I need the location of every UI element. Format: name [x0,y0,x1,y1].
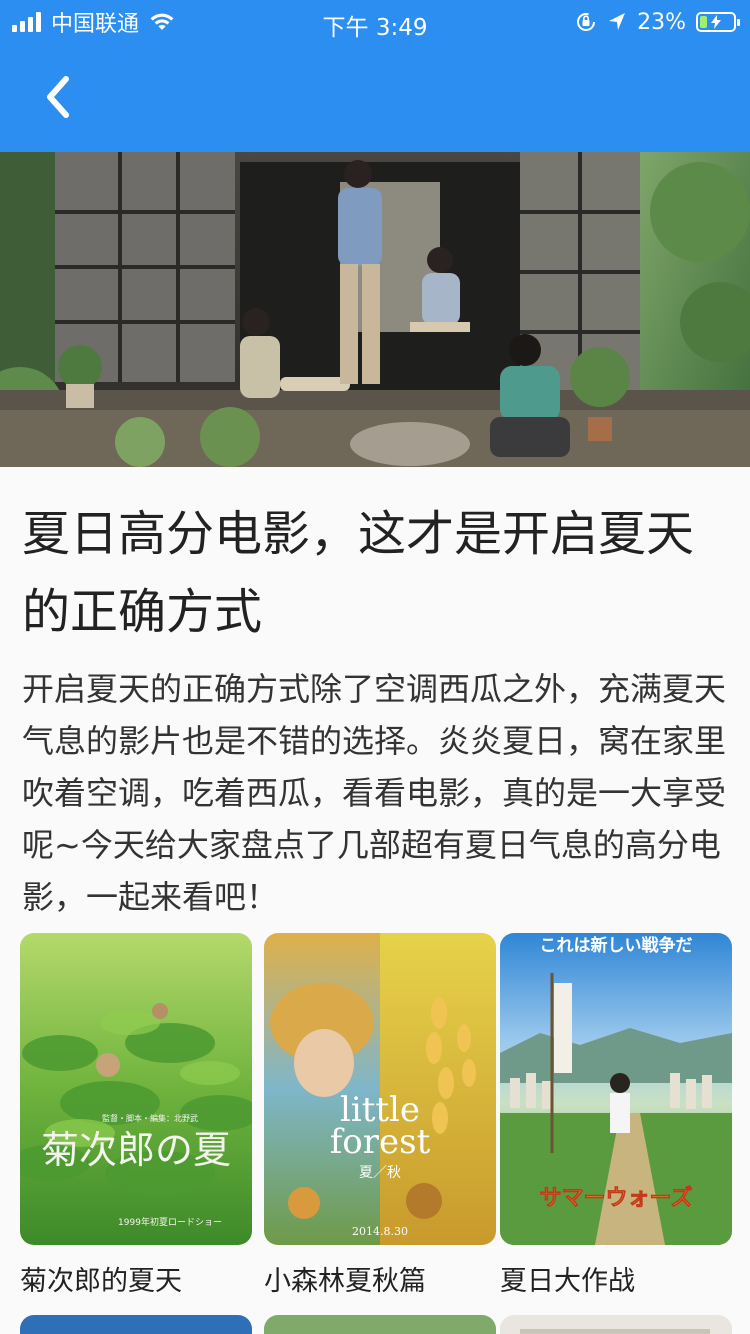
movie-card-summer-wars[interactable]: これは新しい戦争だ サマーウォーズ 夏日大作战 [500,933,732,1298]
movie-title: 小森林夏秋篇 [264,1266,426,1297]
poster-date: 2014.8.30 [352,1225,408,1238]
article-description: 开启夏天的正确方式除了空调西瓜之外，充满夏天气息的影片也是不错的选择。炎炎夏日，… [22,670,727,916]
rotation-lock-icon [577,13,596,31]
nav-bar [0,42,750,152]
app-header: 中国联通 下午 3:49 23% [0,0,750,152]
poster-tagline: これは新しい戦争だ [540,935,693,956]
poster-title-kikujiro: 菊次郎の夏 [41,1128,231,1172]
movie-card-little-forest[interactable]: little forest 夏／秋 2014.8.30 小森林夏秋篇 [264,933,496,1298]
poster-title-summer-wars: サマーウォーズ [540,1185,693,1211]
movie-grid: 菊次郎の夏 1999年初夏ロードショー 監督・脚本・編集：北野武 菊次郎的夏天 [20,933,732,1334]
movie-title: 菊次郎的夏天 [20,1266,182,1297]
battery-charging-icon [696,12,740,32]
poster-title-line2: forest [330,1122,431,1162]
movie-poster: 菊次郎の夏 1999年初夏ロードショー 監督・脚本・編集：北野武 [20,933,252,1245]
movie-card-partial[interactable] [500,1315,732,1334]
chevron-left-icon [47,76,69,118]
movie-poster: これは新しい戦争だ サマーウォーズ [500,933,732,1245]
movie-card-partial[interactable] [20,1315,252,1334]
location-arrow-icon [609,13,626,30]
hero-image [0,152,750,467]
poster-subtitle: 夏／秋 [359,1165,401,1181]
back-button[interactable] [28,62,88,132]
status-bar: 中国联通 下午 3:49 23% [0,0,750,42]
article-content: 夏日高分电影，这才是开启夏天的正确方式 开启夏天的正确方式除了空调西瓜之外，充满… [0,467,750,1334]
poster-credit-kikujiro: 監督・脚本・編集：北野武 [102,1113,198,1123]
battery-percent: 23% [637,9,686,35]
poster-release-kikujiro: 1999年初夏ロードショー [118,1216,222,1228]
movie-poster: little forest 夏／秋 2014.8.30 [264,933,496,1245]
movie-card-partial[interactable] [264,1315,496,1334]
movie-title: 夏日大作战 [500,1266,635,1297]
article-title: 夏日高分电影，这才是开启夏天的正确方式 [22,506,695,640]
movie-card-kikujiro[interactable]: 菊次郎の夏 1999年初夏ロードショー 監督・脚本・編集：北野武 菊次郎的夏天 [20,933,252,1298]
